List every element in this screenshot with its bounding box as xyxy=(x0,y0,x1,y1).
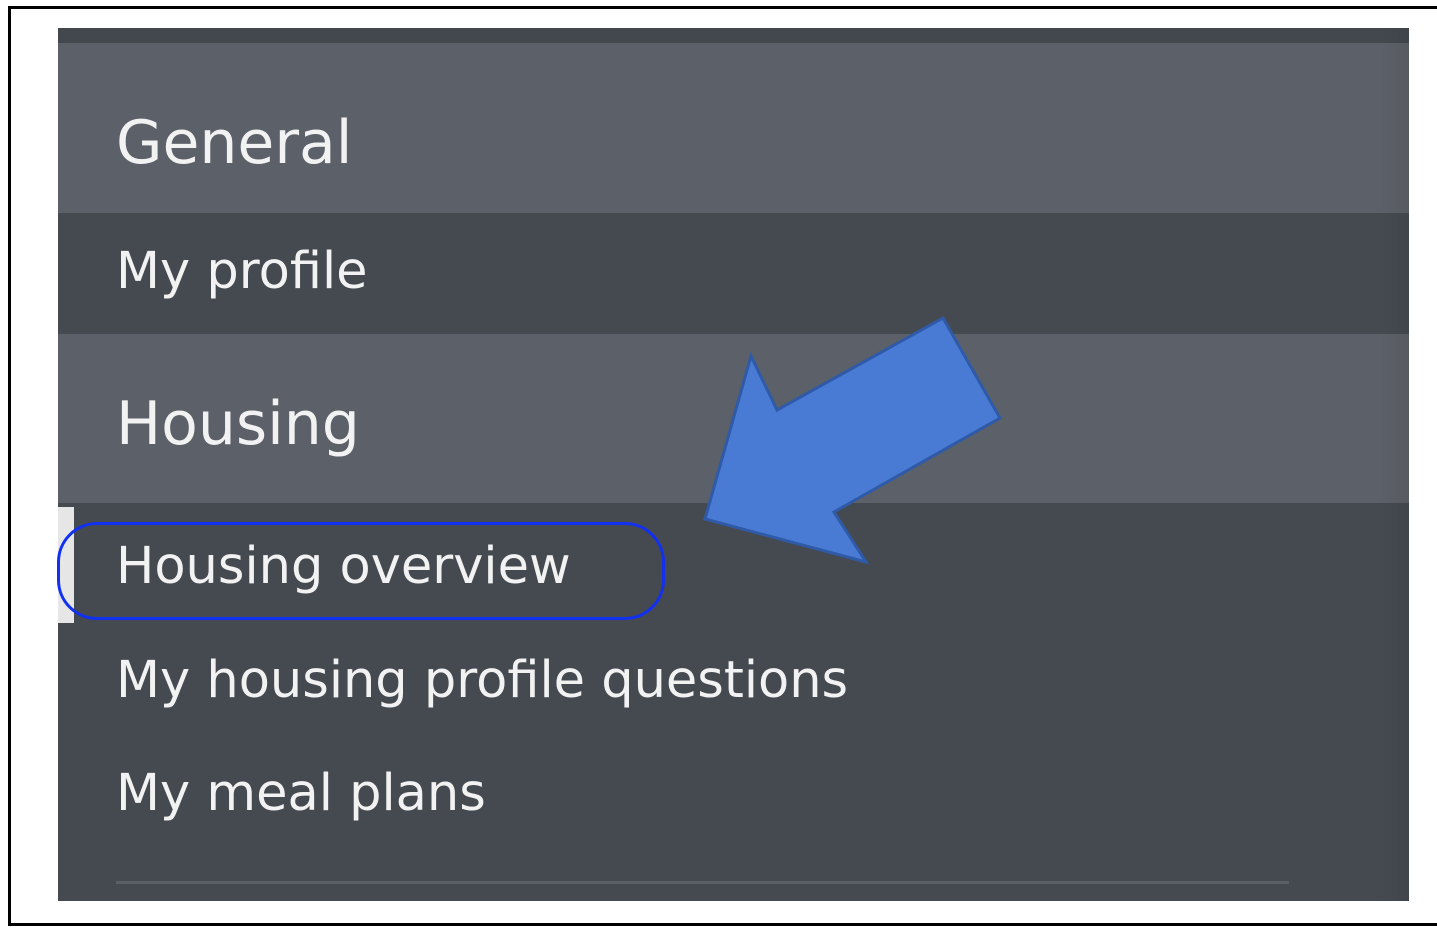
sidebar-item-label: My profile xyxy=(116,242,368,301)
active-indicator xyxy=(58,507,74,623)
section-header-label: General xyxy=(116,108,353,178)
section-header-label: Housing xyxy=(116,389,360,459)
divider xyxy=(116,881,1289,884)
panel-edge-shadow xyxy=(1379,28,1409,901)
section-header-general: General xyxy=(58,43,1409,213)
sidebar-item-my-profile[interactable]: My profile xyxy=(58,213,1409,334)
top-strip xyxy=(58,28,1409,43)
sidebar-item-label: My meal plans xyxy=(116,764,486,823)
sidebar-menu: General My profile Housing Housing overv… xyxy=(58,28,1409,901)
sidebar-item-housing-profile-questions[interactable]: My housing profile questions xyxy=(58,628,1409,738)
sidebar-item-meal-plans[interactable]: My meal plans xyxy=(58,738,1409,853)
sidebar-item-housing-overview[interactable]: Housing overview xyxy=(58,503,1409,628)
sidebar-item-label: My housing profile questions xyxy=(116,651,849,710)
section-header-housing: Housing xyxy=(58,334,1409,503)
sidebar-item-label: Housing overview xyxy=(116,537,571,596)
